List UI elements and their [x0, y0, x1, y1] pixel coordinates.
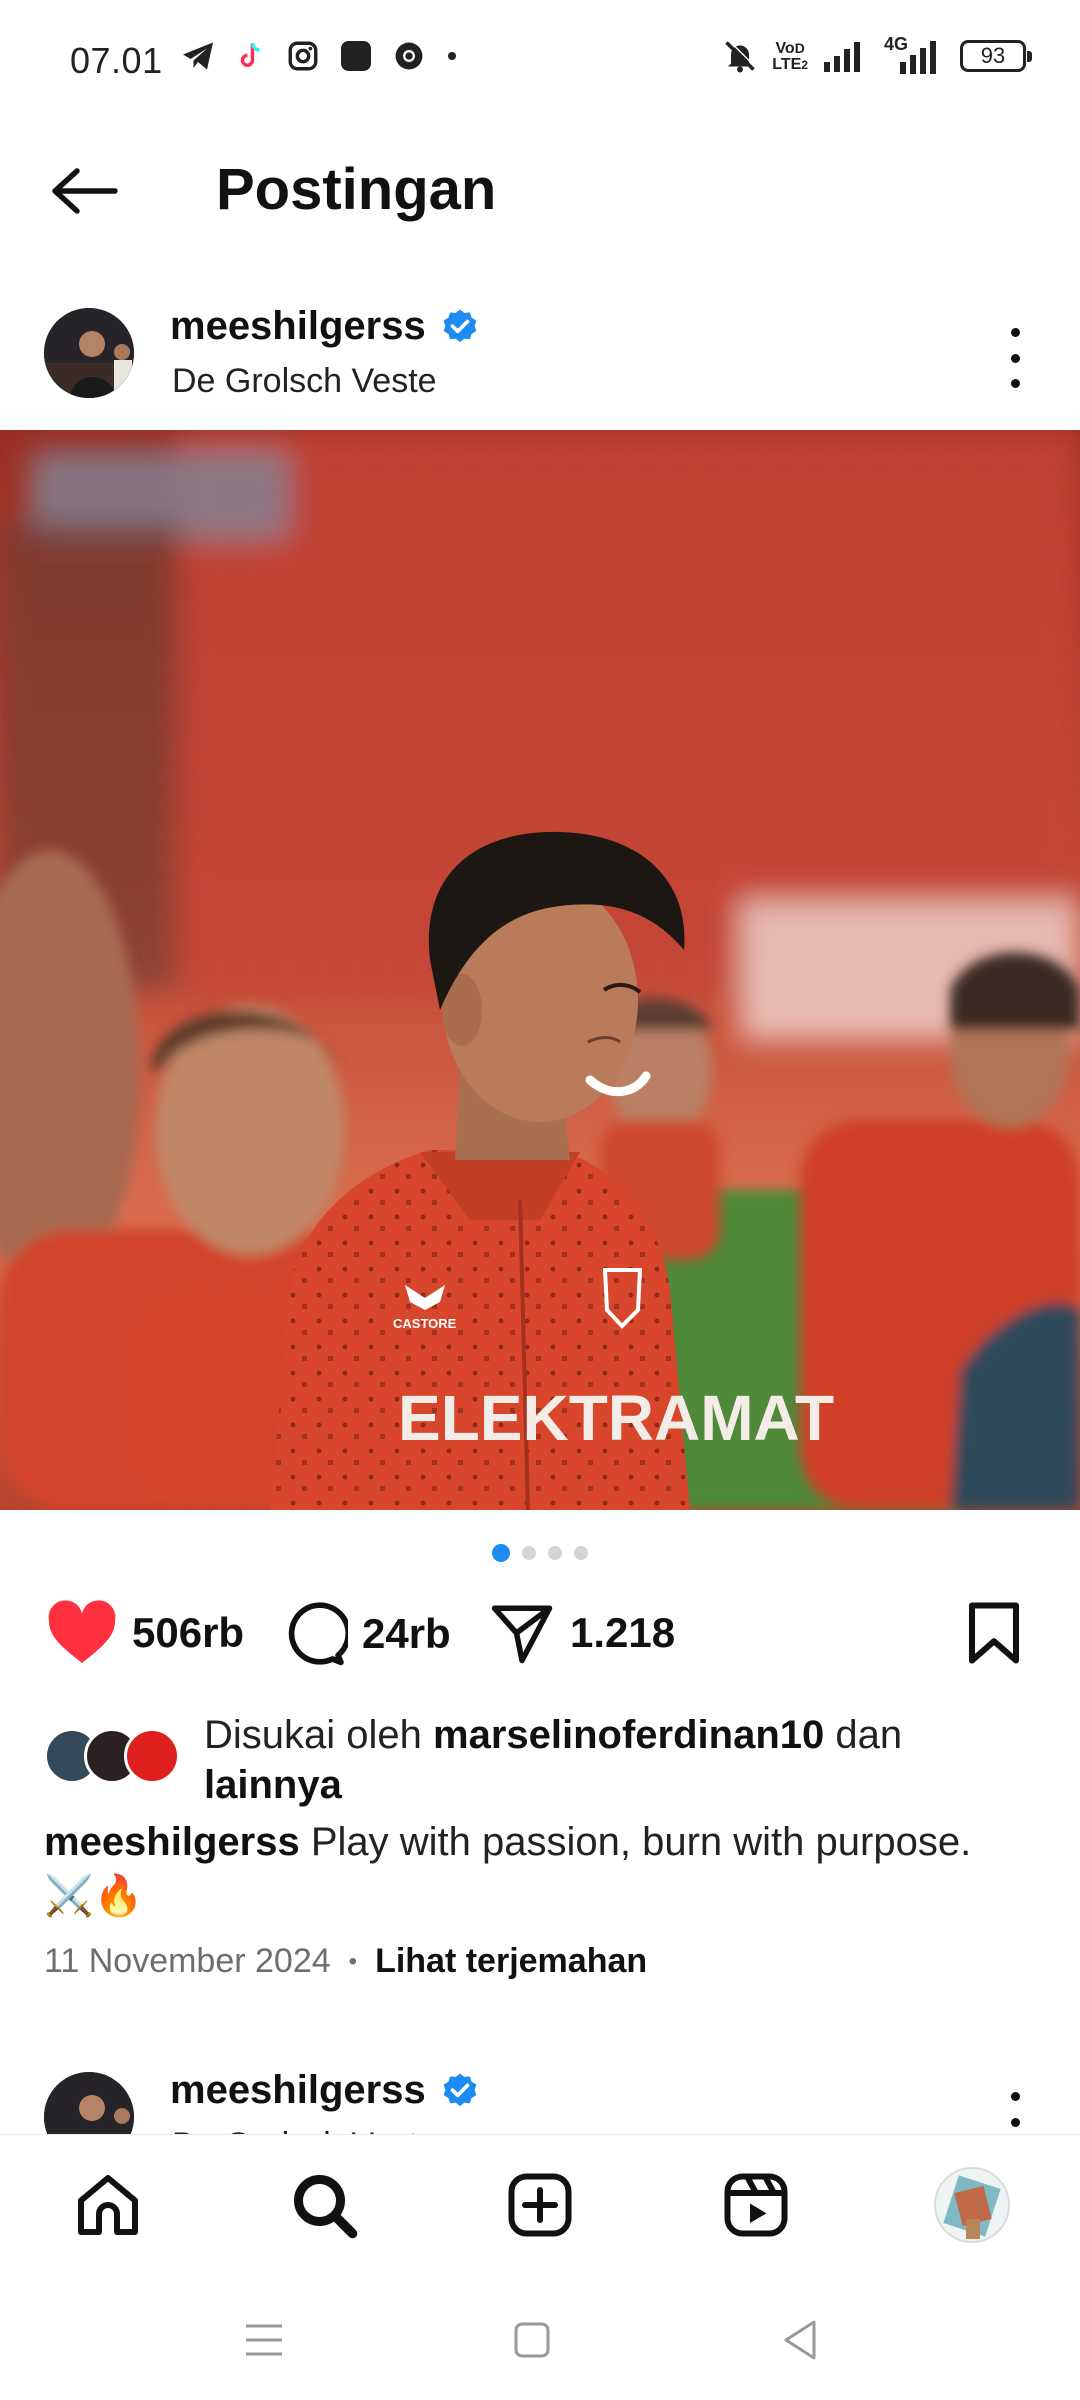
carousel-dot [548, 1546, 562, 1560]
send-icon [491, 1605, 553, 1664]
comment-icon [288, 1602, 348, 1666]
system-status-icons: VoD LTE2 4G 93 [722, 34, 1032, 74]
meta-separator: • [348, 1947, 358, 1975]
nav-reels[interactable] [716, 2165, 796, 2245]
instagram-icon [288, 41, 318, 71]
heart-filled-icon [48, 1600, 116, 1663]
tiktok-icon [240, 42, 260, 67]
battery-level: 93 [980, 43, 1006, 68]
top-app-bar: Postingan [0, 126, 1080, 256]
liked-by-prefix: Disukai oleh [204, 1713, 422, 1757]
verified-badge-icon [443, 309, 477, 342]
home-icon [78, 2175, 138, 2235]
menu-lines-icon [246, 2324, 282, 2356]
app-square-icon [341, 41, 371, 71]
post-header: meeshilgerss De Grolsch Veste [0, 290, 1080, 450]
next-post-location[interactable]: De Grolsch Veste [172, 2126, 437, 2134]
save-button[interactable] [964, 1600, 1024, 1666]
post-date: 11 November 2024 [44, 1942, 331, 1980]
post-location[interactable]: De Grolsch Veste [172, 362, 437, 401]
liked-by-user[interactable]: marselinoferdinan10 [433, 1713, 824, 1757]
post-photo[interactable]: CASTORE ELEKTRAMAT [0, 430, 1080, 1510]
mute-bell-icon [725, 39, 757, 73]
carousel-dot-active [492, 1544, 510, 1562]
nav-search[interactable] [284, 2165, 364, 2245]
page-title: Postingan [216, 157, 497, 222]
home-system-button[interactable] [502, 2310, 562, 2370]
system-navigation [0, 2270, 1080, 2400]
carousel-dot [522, 1546, 536, 1560]
post-actions: 506rb 24rb 1.218 [0, 1600, 1080, 1680]
create-icon [508, 2173, 572, 2237]
square-icon [514, 2322, 550, 2358]
liked-by-others[interactable]: lainnya [204, 1763, 342, 1807]
battery-icon: 93 [960, 40, 1032, 72]
status-bar: 07.01 VoD LTE2 4G 93 [0, 0, 1080, 126]
verified-badge-icon [443, 2073, 477, 2106]
like-button[interactable]: 506rb [46, 1600, 244, 1666]
caption-emoji: ⚔️🔥 [44, 1874, 144, 1918]
arrow-left-icon [52, 168, 118, 214]
bookmark-icon [968, 1602, 1020, 1664]
nav-create[interactable] [500, 2165, 580, 2245]
back-system-button[interactable] [770, 2310, 830, 2370]
shares-count: 1.218 [570, 1609, 676, 1656]
profile-avatar [934, 2167, 1010, 2243]
back-button[interactable] [44, 156, 124, 226]
dot-icon [448, 52, 456, 60]
status-time: 07.01 [70, 40, 163, 81]
recent-apps-button[interactable] [234, 2310, 294, 2370]
telegram-icon [183, 42, 213, 70]
username-text: meeshilgerss [170, 304, 426, 348]
triangle-back-icon [784, 2320, 816, 2360]
likes-count: 506rb [132, 1609, 245, 1656]
reels-icon [724, 2173, 788, 2237]
bottom-navigation [0, 2134, 1080, 2270]
username-text: meeshilgerss [170, 2068, 426, 2112]
kit-brand-text: CASTORE [393, 1316, 457, 1331]
liker-avatar [124, 1728, 180, 1784]
search-icon [294, 2175, 358, 2239]
signal-4g-icon: 4G [880, 34, 946, 74]
nav-profile[interactable] [932, 2165, 1012, 2245]
comments-count: 24rb [362, 1610, 451, 1657]
post-caption: meeshilgerss Play with passion, burn wit… [44, 1815, 1044, 1923]
avatar[interactable] [44, 308, 134, 398]
caption-username[interactable]: meeshilgerss [44, 1820, 300, 1864]
liked-by-avatars [44, 1728, 184, 1788]
comment-button[interactable]: 24rb [280, 1600, 451, 1668]
liked-by-connector: dan [835, 1713, 903, 1757]
chrome-icon [395, 42, 423, 70]
next-post-header: meeshilgerss De Grolsch Veste [0, 2054, 1080, 2134]
signal-icon [824, 42, 860, 72]
more-options-button[interactable] [1000, 2092, 1030, 2134]
carousel-dot [574, 1546, 588, 1560]
next-post-username[interactable]: meeshilgerss [170, 2068, 480, 2113]
liked-by-text: Disukai oleh marselinoferdinan10 dan lai… [204, 1710, 1024, 1810]
kit-sponsor-text: ELEKTRAMAT [398, 1382, 834, 1454]
nav-home[interactable] [68, 2165, 148, 2245]
notification-icons [180, 38, 460, 74]
share-button[interactable]: 1.218 [488, 1600, 675, 1666]
volte-icon: VoD LTE2 [772, 39, 808, 73]
more-options-button[interactable] [1000, 328, 1030, 388]
carousel-indicator [0, 1544, 1080, 1562]
see-translation-link[interactable]: Lihat terjemahan [375, 1942, 647, 1981]
avatar[interactable] [44, 2072, 134, 2134]
post-username[interactable]: meeshilgerss [170, 304, 480, 349]
post-meta: 11 November 2024 • Lihat terjemahan [44, 1942, 647, 1981]
caption-text: Play with passion, burn with purpose. [310, 1820, 972, 1864]
